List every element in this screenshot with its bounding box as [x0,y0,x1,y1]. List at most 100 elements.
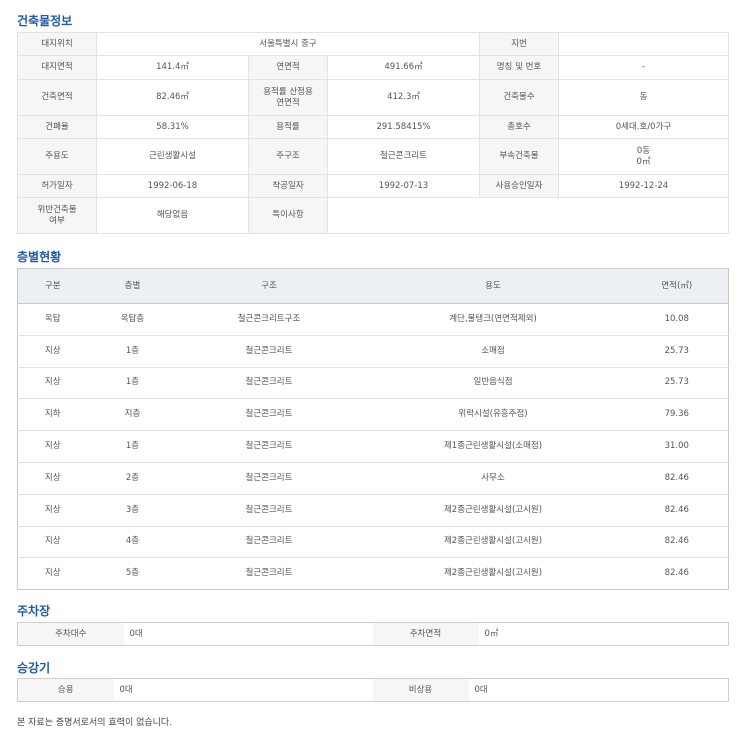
coverage-label: 건폐율 [17,115,97,139]
cell-area: 82.46 [625,525,729,558]
main-structure-value: 철근콘크리트 [327,138,480,175]
cell-area: 25.73 [625,334,729,368]
building-info-table: 대지위치 서울특별시 중구 지번 대지면적 141.4㎡ 연면적 491.66㎡… [17,32,729,234]
total-units-value: 0세대.호/0가구 [558,115,729,139]
site-location-label: 대지위치 [17,32,97,56]
remarks-value [327,197,729,234]
lot-number-value [558,32,729,56]
cell-area: 10.08 [625,303,729,336]
floor-status-table: 구분 층별 구조 용도 면적(㎡) 옥탑 옥탑층 철근콘크리트구조 계단,물탱크… [17,268,729,591]
cell-division: 지상 [17,493,88,527]
cell-area: 82.46 [625,557,729,590]
table-row: 지상 1층 철근콘크리트 소매점 25.73 [17,334,729,368]
disclaimer-note: 본 자료는 증명서로서의 효력이 없습니다. [17,718,173,728]
cell-structure: 철근콘크리트 [177,398,361,431]
cell-use: 계단,물탱크(연면적제외) [360,303,626,336]
total-units-label: 총호수 [479,115,559,139]
cell-use: 사무소 [360,461,626,495]
cell-floor: 1층 [87,430,178,463]
cell-division: 지상 [17,557,88,590]
cell-use: 위락시설(유흥주점) [360,398,626,431]
building-area-label: 건축면적 [17,79,97,116]
table-row: 지상 2층 철근콘크리트 사무소 82.46 [17,461,729,495]
start-date-value: 1992-07-13 [327,174,480,198]
far-value: 291.58415% [327,115,480,139]
cell-division: 옥탑 [17,303,88,336]
far-calc-area-label-line2: 연면적 [276,97,300,108]
cell-structure: 철근콘크리트 [177,525,361,558]
parking-title: 주차장 [17,604,51,618]
cell-use: 제2종근린생활시설(고시원) [360,557,626,590]
site-location-value: 서울특별시 중구 [96,32,480,56]
permit-date-value: 1992-06-18 [96,174,249,198]
cell-floor: 지층 [87,398,178,431]
cell-division: 지상 [17,430,88,463]
approval-date-label: 사용승인일자 [479,174,559,198]
cell-floor: 5층 [87,557,178,590]
cell-area: 82.46 [625,493,729,527]
parking-row: 주차대수 0대 주차면적 0㎡ [17,622,729,646]
cell-structure: 철근콘크리트 [177,334,361,368]
cell-area: 82.46 [625,461,729,495]
info-row: 주용도 근린생활시설 주구조 철근콘크리트 부속건축물 0동 0㎡ [17,138,729,175]
emergency-elevator-label: 비상용 [372,678,469,702]
table-row: 지하 지층 철근콘크리트 위락시설(유흥주점) 79.36 [17,398,729,431]
violation-value: 해당없음 [96,197,249,234]
cell-division: 지하 [17,398,88,431]
cell-floor: 1층 [87,334,178,368]
table-row: 지상 1층 철근콘크리트 일반음식점 25.73 [17,366,729,399]
cell-use: 제2종근린생활시설(고시원) [360,493,626,527]
annex-value: 0동 0㎡ [558,138,729,175]
cell-structure: 철근콘크리트 [177,493,361,527]
elevator-row: 승용 0대 비상용 0대 [17,678,729,702]
cell-floor: 2층 [87,461,178,495]
cell-structure: 철근콘크리트구조 [177,303,361,336]
header-floor: 층별 [87,268,178,304]
cell-use: 제2종근린생활시설(고시원) [360,525,626,558]
main-use-label: 주용도 [17,138,97,175]
main-use-value: 근린생활시설 [96,138,249,175]
passenger-elevator-label: 승용 [17,678,114,702]
site-area-label: 대지면적 [17,55,97,80]
approval-date-value: 1992-12-24 [558,174,729,198]
building-count-label: 건축물수 [479,79,559,116]
annex-label: 부속건축물 [479,138,559,175]
parking-count-value: 0대 [129,628,143,639]
table-row: 지상 1층 철근콘크리트 제1종근린생활시설(소매점) 31.00 [17,430,729,463]
cell-area: 79.36 [625,398,729,431]
site-area-value: 141.4㎡ [96,55,249,80]
building-area-value: 82.46㎡ [96,79,249,116]
cell-division: 지상 [17,334,88,368]
name-number-label: 명칭 및 번호 [479,55,559,80]
cell-use: 일반음식점 [360,366,626,399]
cell-floor: 3층 [87,493,178,527]
table-row: 지상 3층 철근콘크리트 제2종근린생활시설(고시원) 82.46 [17,493,729,527]
info-row: 대지위치 서울특별시 중구 지번 [17,32,729,56]
info-row: 건폐율 58.31% 용적률 291.58415% 총호수 0세대.호/0가구 [17,115,729,139]
table-row: 지상 5층 철근콘크리트 제2종근린생활시설(고시원) 82.46 [17,557,729,590]
cell-use: 제1종근린생활시설(소매점) [360,430,626,463]
violation-label-line1: 위반건축물 [37,204,77,215]
header-use: 용도 [360,268,626,304]
cell-structure: 철근콘크리트 [177,366,361,399]
cell-use: 소매점 [360,334,626,368]
header-area: 면적(㎡) [625,268,729,304]
header-structure: 구조 [177,268,361,304]
passenger-elevator-value: 0대 [119,684,133,695]
cell-floor: 4층 [87,525,178,558]
parking-table: 주차대수 0대 주차면적 0㎡ [17,622,729,646]
cell-floor: 1층 [87,366,178,399]
main-structure-label: 주구조 [248,138,328,175]
parking-count-label: 주차대수 [17,622,124,646]
table-row: 지상 4층 철근콘크리트 제2종근린생활시설(고시원) 82.46 [17,525,729,558]
cell-structure: 철근콘크리트 [177,557,361,590]
cell-floor: 옥탑층 [87,303,178,336]
info-row: 허가일자 1992-06-18 착공일자 1992-07-13 사용승인일자 1… [17,174,729,198]
table-row: 옥탑 옥탑층 철근콘크리트구조 계단,물탱크(연면적제외) 10.08 [17,303,729,336]
floor-area-label: 연면적 [248,55,328,80]
building-count-value: 동 [558,79,729,116]
elevator-title: 승강기 [17,661,51,675]
name-number-value: - [558,55,729,80]
cell-area: 31.00 [625,430,729,463]
cell-structure: 철근콘크리트 [177,461,361,495]
